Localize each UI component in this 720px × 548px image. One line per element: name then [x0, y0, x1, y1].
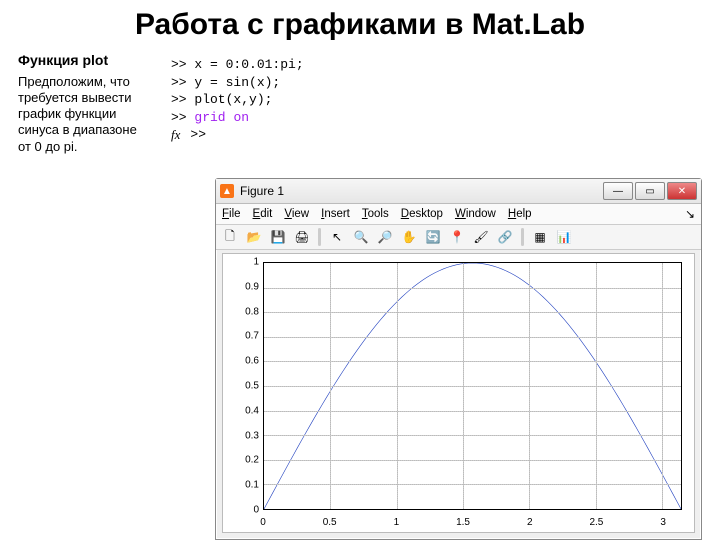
y-tick-label: 0.5 [223, 381, 259, 392]
arrow-icon[interactable]: ↖ [327, 227, 347, 247]
menubar: File Edit View Insert Tools Desktop Wind… [216, 204, 701, 225]
function-description: Предположим, что требуется вывести графи… [18, 74, 153, 155]
link-icon[interactable]: 🔗 [495, 227, 515, 247]
open-icon[interactable]: 📂 [244, 227, 264, 247]
y-tick-label: 0.4 [223, 405, 259, 416]
zoom-out-icon[interactable]: 🔎 [375, 227, 395, 247]
brush-icon[interactable]: 🖌 [471, 227, 491, 247]
y-tick-label: 0.9 [223, 281, 259, 292]
y-tick-label: 0.3 [223, 430, 259, 441]
minimize-button[interactable]: — [603, 182, 633, 200]
window-title: Figure 1 [240, 184, 284, 198]
menu-edit[interactable]: Edit [253, 208, 273, 220]
menu-window[interactable]: Window [455, 208, 496, 220]
cmd-line: >> plot(x,y); [171, 91, 694, 109]
cmd-line: >> x = 0:0.01:pi; [171, 56, 694, 74]
save-icon[interactable]: 💾 [268, 227, 288, 247]
close-button[interactable]: ✕ [667, 182, 697, 200]
x-tick-label: 3 [660, 517, 666, 528]
print-icon[interactable]: 🖨 [292, 227, 312, 247]
menu-insert[interactable]: Insert [321, 208, 350, 220]
legend-icon[interactable]: 📊 [554, 227, 574, 247]
x-tick-label: 1 [394, 517, 400, 528]
command-window[interactable]: >> x = 0:0.01:pi; >> y = sin(x); >> plot… [163, 52, 702, 148]
app-icon: ▲ [220, 184, 234, 198]
titlebar[interactable]: ▲ Figure 1 — ▭ ✕ [216, 179, 701, 204]
x-tick-label: 0.5 [323, 517, 337, 528]
x-tick-label: 1.5 [456, 517, 470, 528]
dock-icon[interactable]: ↘ [685, 207, 695, 221]
fx-label: fx [171, 126, 184, 144]
menu-tools[interactable]: Tools [362, 208, 389, 220]
y-tick-label: 0.1 [223, 480, 259, 491]
rotate-icon[interactable]: 🔄 [423, 227, 443, 247]
cmd-line: >> [190, 126, 206, 144]
pan-icon[interactable]: ✋ [399, 227, 419, 247]
left-column: Функция plot Предположим, что требуется … [18, 52, 153, 155]
y-tick-label: 0.7 [223, 331, 259, 342]
x-tick-label: 2.5 [589, 517, 603, 528]
menu-file[interactable]: File [222, 208, 241, 220]
menu-help[interactable]: Help [508, 208, 532, 220]
maximize-button[interactable]: ▭ [635, 182, 665, 200]
new-icon[interactable]: 🗋 [220, 227, 240, 247]
x-tick-label: 2 [527, 517, 533, 528]
zoom-in-icon[interactable]: 🔍 [351, 227, 371, 247]
menu-view[interactable]: View [284, 208, 309, 220]
page-title: Работа с графиками в Mat.Lab [0, 8, 720, 42]
y-tick-label: 0.8 [223, 306, 259, 317]
colorbar-icon[interactable]: ▦ [530, 227, 550, 247]
figure-window: ▲ Figure 1 — ▭ ✕ File Edit View Insert T… [215, 178, 702, 540]
plot-area: 0 0.1 0.2 0.3 0.4 0.5 0.6 0.7 0.8 0.9 1 0 0.5 1 1.5 2 2.… [222, 253, 695, 533]
menu-desktop[interactable]: Desktop [401, 208, 443, 220]
toolbar: 🗋 📂 💾 🖨 ↖ 🔍 🔎 ✋ 🔄 📍 🖌 🔗 ▦ 📊 [216, 225, 701, 250]
x-tick-label: 0 [260, 517, 266, 528]
axes [263, 262, 682, 510]
cmd-line: >> grid on [171, 109, 694, 127]
y-tick-label: 0.6 [223, 356, 259, 367]
function-title: Функция plot [18, 52, 153, 70]
y-tick-label: 0 [223, 505, 259, 516]
y-tick-label: 0.2 [223, 455, 259, 466]
y-tick-label: 1 [223, 257, 259, 268]
datatip-icon[interactable]: 📍 [447, 227, 467, 247]
cmd-line: >> y = sin(x); [171, 74, 694, 92]
